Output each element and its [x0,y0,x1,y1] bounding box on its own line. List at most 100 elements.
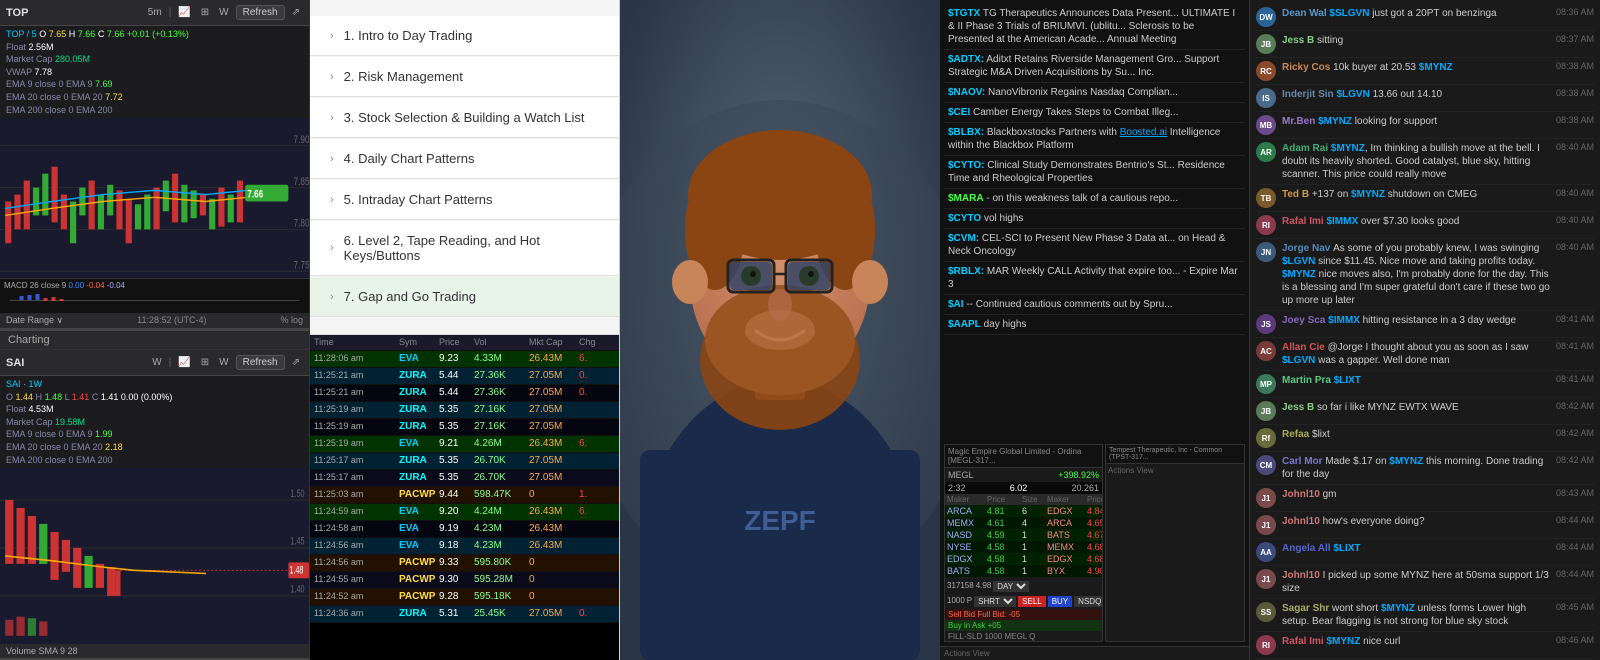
svg-text:7.80: 7.80 [294,218,309,231]
news-item-6: $CYTO: Clinical Study Demonstrates Bentr… [944,156,1245,189]
ts-cell-change: 0. [577,608,607,620]
top-refresh-button[interactable]: Refresh [236,5,285,20]
ts-cell-price: 9.19 [437,523,472,535]
ticker-link-lixt-2[interactable]: $LIXT [1333,543,1360,554]
chat-message-5: MB Mr.Ben $MYNZ looking for support 08:3… [1256,112,1594,139]
menu-item-5[interactable]: › 5. Intraday Chart Patterns [310,180,619,220]
chat-time-15: 08:42 AM [1556,455,1594,465]
chat-text-5: $MYNZ looking for support [1318,116,1437,127]
ticker-link-lgvn-2[interactable]: $LGVN [1282,256,1315,267]
ts-cell-ticker: ZURA [397,455,437,467]
menu-item-2[interactable]: › 2. Risk Management [310,57,619,97]
news-ticker-9: $CVM: [948,233,979,244]
ticker-link-mynz-2[interactable]: $MYNZ [1318,116,1352,127]
expand-icon[interactable]: ⇗ [289,6,303,19]
ticker-link-mynz-1[interactable]: $MYNZ [1419,62,1453,73]
ticker-link-immx-1[interactable]: $IMMX [1326,216,1358,227]
ticker-link-mynz-6[interactable]: $MYNZ [1389,456,1423,467]
l2-maker-ask: EDGX [1047,554,1087,564]
ts-cell-price: 5.35 [437,455,472,467]
ticker-link-mynz-7[interactable]: $MYNZ [1381,603,1415,614]
chat-time-7: 08:40 AM [1556,188,1594,198]
l2-buy-button[interactable]: BUY [1048,596,1072,607]
indicator-icon[interactable]: 📈 [175,6,193,19]
l2-type-select[interactable]: DAY [993,581,1029,592]
ts-cell-ticker: PACWP [397,557,437,569]
bottom-expand-icon[interactable]: ⇗ [289,356,303,369]
ts-cell-time: 11:25:03 am [312,489,397,501]
ticker-link-mynz-3[interactable]: $MYNZ [1331,143,1365,154]
chat-avatar-8: RI [1256,215,1276,235]
chat-message-9: JN Jorge Nav As some of you probably kne… [1256,239,1594,311]
table-row: 11:24:52 am PACWP 9.28 595.18K 0 [310,589,619,606]
menu-item-3[interactable]: › 3. Stock Selection & Building a Watch … [310,98,619,138]
chat-content-12: Martin Pra $LIXT [1282,374,1550,387]
menu-item-4[interactable]: › 4. Daily Chart Patterns [310,139,619,179]
chat-text-13: so far i like MYNZ EWTX WAVE [1317,402,1459,413]
charting-label: Charting [0,330,309,350]
bottom-settings-icon[interactable]: W [216,356,231,369]
bottom-chart-controls: W | 📈 ⊞ W Refresh ⇗ [149,355,303,370]
l2-maker-ask: BATS [1047,530,1087,540]
l2-route-select[interactable]: SHRT [974,596,1016,607]
chat-text-10: $IMMX hitting resistance in a 3 day wedg… [1328,315,1516,326]
ts-cell-volume: 27.16K [472,421,527,433]
l2-sell-button[interactable]: SELL [1018,596,1046,607]
ts-cell-change: 0. [577,370,607,382]
ts-cell-ticker: ZURA [397,472,437,484]
ts-cell-price: 5.35 [437,472,472,484]
scale-label: % log [280,315,303,326]
menu-item-7[interactable]: › 7. Gap and Go Trading [310,277,619,317]
ticker-link-mynz-8[interactable]: $MYNZ [1326,636,1360,647]
ts-cell-time: 11:25:17 am [312,472,397,484]
ticker-link-slgvn[interactable]: $SLGVN [1329,8,1369,19]
news-item-2: $ADTX: Aditxt Retains Riverside Manageme… [944,50,1245,83]
bottom-indicator-icon[interactable]: 📈 [175,356,193,369]
time-and-sales-table: Time Sym Price Vol Mkt Cap Chg 11:28:06 … [310,335,619,660]
bottom-grid-icon[interactable]: ⊞ [198,356,212,369]
ts-cell-ticker: EVA [397,353,437,365]
ts-cell-volume: 4.24M [472,506,527,518]
table-row: 11:25:03 am PACWP 9.44 598.47K 0 1. [310,487,619,504]
news-ticker-1: $TGTX [948,8,980,19]
l2-col-maker-bid: Maker [947,495,987,504]
l2-megl-ticker: MEGL [948,470,974,480]
ts-cell-time: 11:24:58 am [312,523,397,535]
chat-name-17: Johnl10 [1282,516,1323,527]
date-range-label[interactable]: Date Range ∨ [6,315,63,326]
ticker-link-mynz-5[interactable]: $MYNZ [1282,269,1316,280]
ts-cell-time: 11:28:06 am [312,353,397,365]
grid-icon[interactable]: ⊞ [198,6,212,19]
ticker-link-immx-2[interactable]: $IMMX [1328,315,1360,326]
menu-item-1[interactable]: › 1. Intro to Day Trading [310,16,619,56]
timeframe-btn[interactable]: 5m [145,6,165,19]
table-row: 11:24:36 am ZURA 5.31 25.45K 27.05M 0. [310,606,619,623]
l2-exchange-select[interactable]: NSDQ [1074,596,1103,607]
chat-time-16: 08:43 AM [1556,488,1594,498]
chat-time-11: 08:41 AM [1556,341,1594,351]
chat-content-6: Adam Rai $MYNZ, Im thinking a bullish mo… [1282,142,1550,181]
ts-cell-price: 9.33 [437,557,472,569]
person-image: ZEPF [620,0,940,660]
ticker-link-mynz-4[interactable]: $MYNZ [1351,189,1385,200]
chat-time-5: 08:38 AM [1556,115,1594,125]
news-feed: $TGTX TG Therapeutics Announces Data Pre… [940,0,1249,440]
chat-content-3: Ricky Cos 10k buyer at 20.53 $MYNZ [1282,61,1550,74]
bottom-timeframe-btn[interactable]: W [149,356,164,369]
l2-fill-info: FILL-SLD 1000 MEGL Q [945,631,1102,642]
ticker-link-lgvn[interactable]: $LGVN [1336,89,1369,100]
settings-icon[interactable]: W [216,6,231,19]
l2-megl-change: +398.92% [1058,470,1099,480]
menu-item-6[interactable]: › 6. Level 2, Tape Reading, and Hot Keys… [310,221,619,276]
chat-text-3: 10k buyer at 20.53 $MYNZ [1333,62,1453,73]
chat-message-10: JS Joey Sca $IMMX hitting resistance in … [1256,311,1594,338]
ticker-link-lixt-1[interactable]: $LIXT [1334,375,1361,386]
svg-text:7.85: 7.85 [294,176,309,189]
news-ticker-6: $CYTO: [948,160,985,171]
menu-arrow-4: › [330,153,334,165]
ohlc-line: TOP / 5 O 7.65 H 7.66 C 7.66 +0.01 (+0.1… [6,28,303,41]
bottom-refresh-button[interactable]: Refresh [236,355,285,370]
table-row: 11:28:06 am EVA 9.23 4.33M 26.43M 6. [310,351,619,368]
chat-avatar-2: JB [1256,34,1276,54]
ticker-link-lgvn-3[interactable]: $LGVN [1282,355,1315,366]
